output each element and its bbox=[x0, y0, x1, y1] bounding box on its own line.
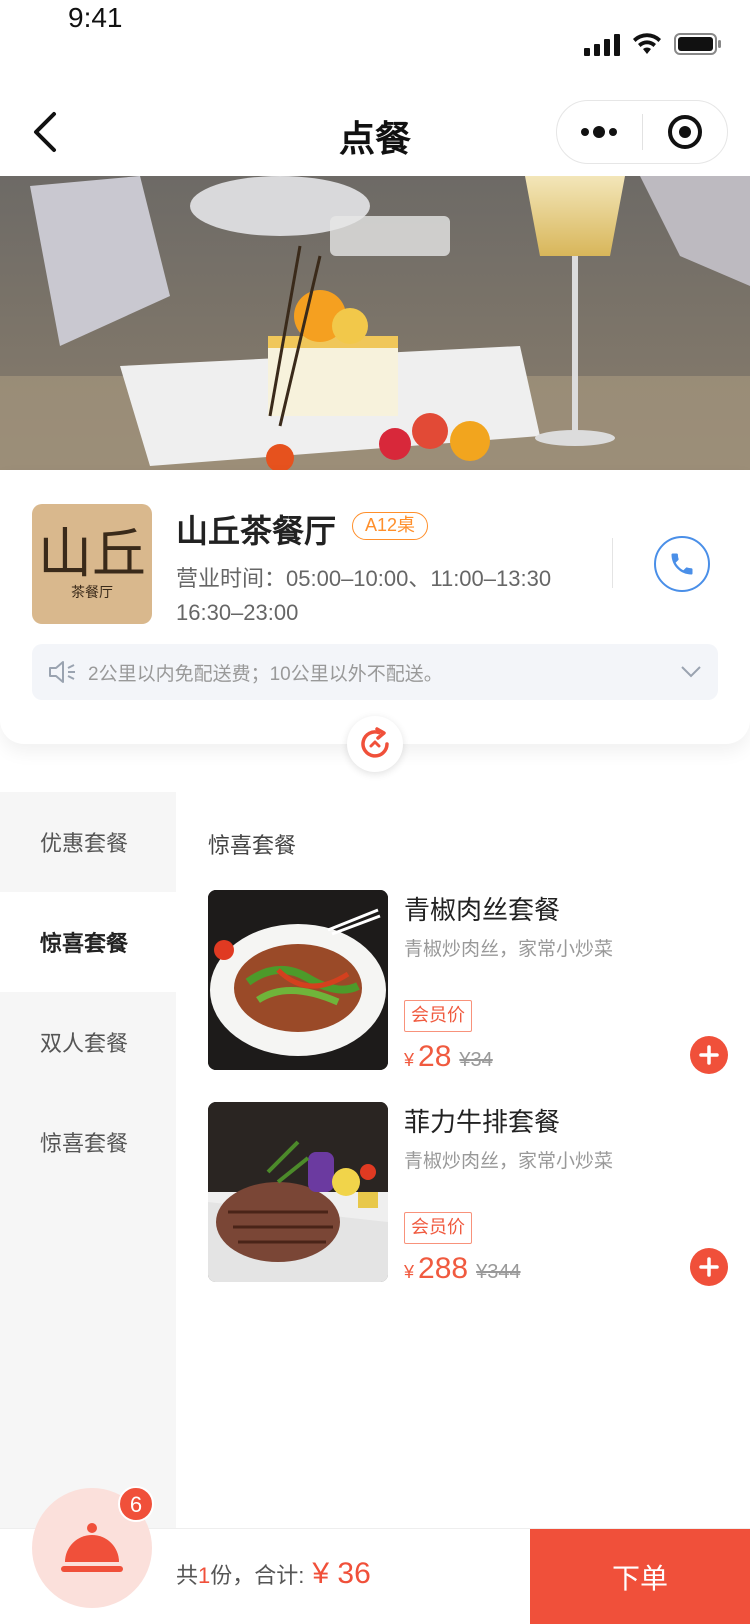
shop-logo: 山丘 茶餐厅 bbox=[32, 504, 152, 624]
status-time: 9:41 bbox=[68, 2, 123, 33]
hours-line1: 05:00–10:00、11:00–13:30 bbox=[286, 566, 552, 591]
chevron-down-icon bbox=[681, 666, 701, 678]
member-price-tag: 会员价 bbox=[404, 1212, 472, 1244]
dish-card[interactable]: 菲力牛排套餐 青椒炒肉丝，家常小炒菜 会员价 ¥ 288 ¥344 bbox=[208, 1102, 728, 1286]
category-item[interactable]: 优惠套餐 bbox=[0, 792, 176, 892]
category-sidebar: 优惠套餐 惊喜套餐 双人套餐 惊喜套餐 bbox=[0, 792, 176, 1532]
refresh-button[interactable] bbox=[347, 716, 403, 772]
hours-label: 营业时间： bbox=[176, 566, 287, 591]
plus-icon bbox=[699, 1045, 719, 1065]
total-mid: 份，合计: bbox=[210, 1563, 305, 1588]
shop-logo-subtitle: 茶餐厅 bbox=[71, 585, 113, 601]
shop-hours: 营业时间：05:00–10:00、11:00–13:30 16:30–23:00 bbox=[176, 562, 606, 630]
member-price-tag: 会员价 bbox=[404, 1000, 472, 1032]
total-prefix: 共 bbox=[176, 1563, 199, 1588]
plus-icon bbox=[699, 1257, 719, 1277]
shop-name: 山丘茶餐厅 bbox=[176, 513, 337, 549]
target-close-icon bbox=[667, 115, 702, 149]
dish-price: ¥ 28 ¥34 bbox=[404, 1040, 493, 1074]
dish-image bbox=[208, 890, 388, 1070]
category-item[interactable]: 双人套餐 bbox=[0, 992, 176, 1092]
dish-card[interactable]: 青椒肉丝套餐 青椒炒肉丝，家常小炒菜 会员价 ¥ 28 ¥34 bbox=[208, 890, 728, 1074]
signal-icon bbox=[584, 32, 620, 56]
place-order-button[interactable]: 下单 bbox=[530, 1529, 750, 1624]
item-count: 1 bbox=[198, 1563, 211, 1588]
section-title: 惊喜套餐 bbox=[208, 833, 297, 858]
original-price: ¥34 bbox=[459, 1049, 493, 1071]
add-to-cart-button[interactable] bbox=[690, 1248, 728, 1286]
dish-name: 菲力牛排套餐 bbox=[404, 1107, 561, 1137]
dish-desc: 青椒炒肉丝，家常小炒菜 bbox=[404, 1151, 614, 1172]
phone-icon bbox=[671, 553, 693, 575]
category-item[interactable]: 惊喜套餐 bbox=[0, 1092, 176, 1192]
status-icons bbox=[584, 32, 722, 56]
dish-image bbox=[208, 1102, 388, 1282]
dish-desc: 青椒炒肉丝，家常小炒菜 bbox=[404, 939, 614, 960]
hours-line2: 16:30–23:00 bbox=[176, 600, 299, 625]
cart-total: 共 1 份，合计: ¥ 36 bbox=[176, 1557, 371, 1591]
battery-icon bbox=[674, 33, 721, 55]
dish-price: ¥ 288 ¥344 bbox=[404, 1252, 521, 1286]
more-button[interactable] bbox=[557, 100, 642, 164]
cloche-icon bbox=[61, 1523, 123, 1572]
wifi-icon bbox=[633, 33, 661, 54]
call-button[interactable] bbox=[654, 536, 710, 592]
dish-list: 惊喜套餐 青椒肉丝套餐 青椒炒肉丝，家常小炒菜 会员价 ¥ 28 ¥34 菲力牛… bbox=[176, 792, 750, 1532]
original-price: ¥344 bbox=[476, 1261, 521, 1283]
price-value: 28 bbox=[418, 1040, 452, 1073]
total-amount: ¥ 36 bbox=[312, 1557, 371, 1590]
status-bar: 9:41 bbox=[0, 0, 750, 88]
speaker-icon bbox=[49, 661, 75, 683]
delivery-notice[interactable]: 2公里以内免配送费；10公里以外不配送。 bbox=[32, 644, 718, 700]
mini-program-capsule bbox=[556, 100, 728, 164]
currency-symbol: ¥ bbox=[404, 1262, 415, 1282]
shop-banner-image bbox=[0, 176, 750, 476]
shop-logo-mark: 山丘 bbox=[38, 522, 146, 585]
add-to-cart-button[interactable] bbox=[690, 1036, 728, 1074]
dish-name: 青椒肉丝套餐 bbox=[404, 895, 561, 925]
refresh-icon bbox=[361, 727, 389, 758]
shop-info-card: 山丘 茶餐厅 山丘茶餐厅 A12桌 营业时间：05:00–10:00、11:00… bbox=[0, 470, 750, 744]
cart-count-badge: 6 bbox=[118, 1486, 154, 1522]
currency-symbol: ¥ bbox=[404, 1050, 415, 1070]
price-value: 288 bbox=[418, 1252, 469, 1285]
notice-text: 2公里以内免配送费；10公里以外不配送。 bbox=[88, 663, 443, 685]
close-miniprogram-button[interactable] bbox=[643, 100, 728, 164]
more-dots-icon bbox=[581, 126, 618, 138]
nav-bar: 点餐 bbox=[0, 88, 750, 176]
category-item-active[interactable]: 惊喜套餐 bbox=[0, 892, 176, 992]
table-badge: A12桌 bbox=[352, 512, 429, 540]
card-divider bbox=[612, 538, 613, 588]
